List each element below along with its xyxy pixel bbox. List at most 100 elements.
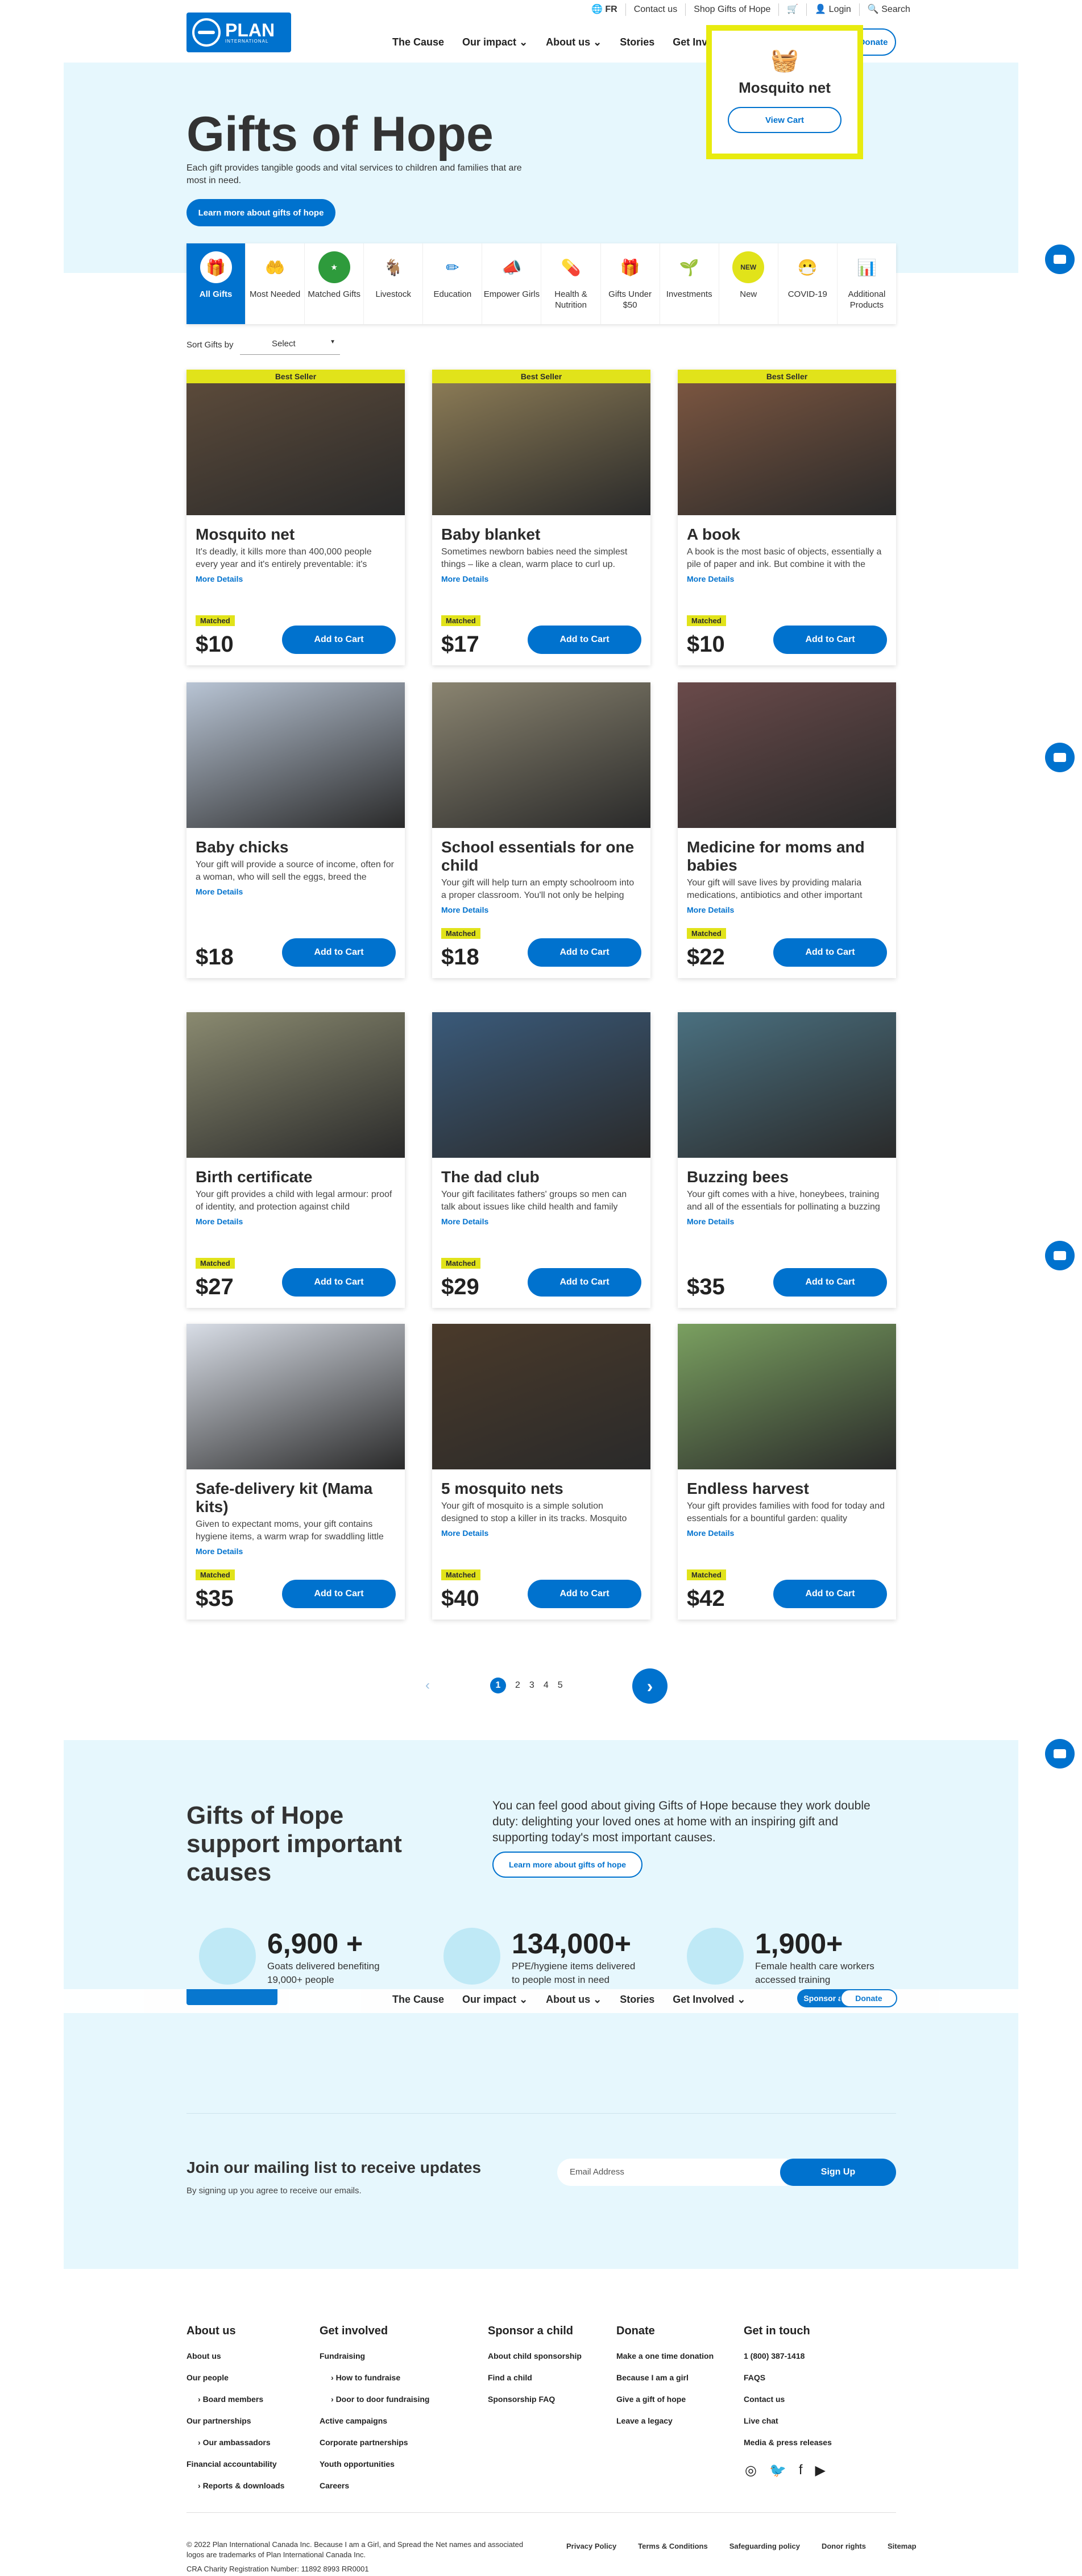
sticky-nav-the-cause[interactable]: The Cause (392, 1994, 444, 2006)
chat-button[interactable] (1045, 743, 1075, 772)
contact-link[interactable]: Contact us (625, 3, 685, 16)
next-page-button[interactable]: › (632, 1668, 668, 1704)
add-to-cart-button[interactable]: Add to Cart (282, 938, 396, 967)
gift-image[interactable] (432, 682, 650, 828)
gift-title[interactable]: Endless harvest (687, 1480, 887, 1498)
footer-link[interactable]: Youth opportunities (320, 2459, 429, 2469)
more-details-link[interactable]: More Details (441, 574, 641, 583)
more-details-link[interactable]: More Details (441, 905, 641, 914)
add-to-cart-button[interactable]: Add to Cart (773, 626, 887, 654)
gift-title[interactable]: School essentials for one child (441, 838, 641, 875)
login-link[interactable]: 👤 Login (806, 3, 859, 16)
legal-link[interactable]: Terms & Conditions (638, 2542, 708, 2550)
youtube-icon[interactable]: ▶ (815, 2462, 826, 2479)
instagram-icon[interactable]: ◎ (745, 2462, 757, 2479)
footer-link[interactable]: About child sponsorship (488, 2351, 582, 2360)
page-link[interactable]: 1 (490, 1678, 506, 1693)
prev-page-arrow[interactable]: ‹ (425, 1678, 430, 1693)
gift-title[interactable]: Safe-delivery kit (Mama kits) (196, 1480, 396, 1516)
chat-button[interactable] (1045, 245, 1075, 274)
tab-additional-products[interactable]: 📊 Additional Products (838, 243, 896, 324)
add-to-cart-button[interactable]: Add to Cart (282, 1268, 396, 1297)
legal-link[interactable]: Sitemap (888, 2542, 917, 2550)
gift-title[interactable]: 5 mosquito nets (441, 1480, 641, 1498)
footer-link[interactable]: Fundraising (320, 2351, 429, 2360)
sort-select[interactable]: Select ▼ (240, 334, 340, 355)
footer-link[interactable]: › Door to door fundraising (320, 2395, 429, 2404)
more-details-link[interactable]: More Details (196, 574, 396, 583)
sticky-nav-our-impact[interactable]: Our impact ⌄ (462, 1994, 528, 2006)
page-link[interactable]: 5 (558, 1680, 563, 1691)
gift-image[interactable] (678, 383, 896, 515)
gift-title[interactable]: The dad club (441, 1168, 641, 1186)
more-details-link[interactable]: More Details (687, 1217, 887, 1226)
legal-link[interactable]: Safeguarding policy (729, 2542, 800, 2550)
page-link[interactable]: 3 (529, 1680, 534, 1691)
more-details-link[interactable]: More Details (441, 1217, 641, 1226)
cart-icon[interactable]: 🛒 (778, 3, 806, 16)
plan-logo[interactable]: PLAN INTERNATIONAL (186, 13, 291, 52)
nav-our-impact[interactable]: Our impact ⌄ (462, 36, 528, 48)
footer-link[interactable]: Our people (186, 2373, 284, 2382)
chat-button[interactable] (1045, 1739, 1075, 1769)
language-link[interactable]: 🌐 FR (583, 3, 625, 16)
more-details-link[interactable]: More Details (196, 887, 396, 896)
sticky-nav-stories[interactable]: Stories (620, 1994, 654, 2006)
page-link[interactable]: 4 (544, 1680, 549, 1691)
gift-image[interactable] (432, 383, 650, 515)
footer-link[interactable]: FAQS (744, 2373, 832, 2382)
tab-all-gifts[interactable]: 🎁 All Gifts (186, 243, 246, 324)
footer-link[interactable]: Careers (320, 2481, 429, 2490)
view-cart-button[interactable]: View Cart (728, 107, 841, 133)
nav-stories[interactable]: Stories (620, 36, 654, 48)
gift-title[interactable]: Birth certificate (196, 1168, 396, 1186)
gift-image[interactable] (678, 1324, 896, 1469)
gift-image[interactable] (678, 682, 896, 828)
more-details-link[interactable]: More Details (687, 1529, 887, 1538)
tab-most-needed[interactable]: 🤲 Most Needed (246, 243, 305, 324)
footer-link[interactable]: Active campaigns (320, 2416, 429, 2425)
tab-livestock[interactable]: 🐐 Livestock (364, 243, 424, 324)
footer-link[interactable]: Our partnerships (186, 2416, 284, 2425)
footer-link[interactable]: Financial accountability (186, 2459, 284, 2469)
gift-image[interactable] (186, 682, 405, 828)
add-to-cart-button[interactable]: Add to Cart (773, 1268, 887, 1297)
tab-new[interactable]: NEW New (719, 243, 778, 324)
footer-link[interactable]: › Our ambassadors (186, 2438, 284, 2447)
footer-link[interactable]: Make a one time donation (616, 2351, 714, 2360)
footer-link[interactable]: › How to fundraise (320, 2373, 429, 2382)
sticky-nav-about-us[interactable]: About us ⌄ (546, 1994, 602, 2006)
tab-covid-19[interactable]: 😷 COVID-19 (778, 243, 838, 324)
facebook-icon[interactable]: f (799, 2462, 803, 2479)
shop-link[interactable]: Shop Gifts of Hope (685, 3, 778, 16)
legal-link[interactable]: Privacy Policy (566, 2542, 616, 2550)
gift-title[interactable]: Medicine for moms and babies (687, 838, 887, 875)
add-to-cart-button[interactable]: Add to Cart (773, 1580, 887, 1608)
more-details-link[interactable]: More Details (441, 1529, 641, 1538)
footer-link[interactable]: Contact us (744, 2395, 832, 2404)
add-to-cart-button[interactable]: Add to Cart (528, 626, 641, 654)
footer-link[interactable]: About us (186, 2351, 284, 2360)
more-details-link[interactable]: More Details (196, 1217, 396, 1226)
footer-link[interactable]: Find a child (488, 2373, 582, 2382)
add-to-cart-button[interactable]: Add to Cart (528, 1268, 641, 1297)
gift-title[interactable]: Baby chicks (196, 838, 396, 856)
page-link[interactable]: 2 (515, 1680, 520, 1691)
footer-link[interactable]: Give a gift of hope (616, 2395, 714, 2404)
more-details-link[interactable]: More Details (196, 1547, 396, 1556)
footer-link[interactable]: Media & press releases (744, 2438, 832, 2447)
gift-image[interactable] (186, 383, 405, 515)
twitter-icon[interactable]: 🐦 (769, 2462, 786, 2479)
footer-link[interactable]: Corporate partnerships (320, 2438, 429, 2447)
email-field[interactable]: Email Address (557, 2159, 787, 2186)
more-details-link[interactable]: More Details (687, 574, 887, 583)
gift-title[interactable]: Baby blanket (441, 525, 641, 544)
footer-link[interactable]: › Board members (186, 2395, 284, 2404)
sticky-logo[interactable] (186, 1989, 277, 2005)
tab-matched-gifts[interactable]: ★ Matched Gifts (305, 243, 364, 324)
support-learn-more-button[interactable]: Learn more about gifts of hope (492, 1852, 642, 1878)
footer-link[interactable]: Leave a legacy (616, 2416, 714, 2425)
sticky-donate-button[interactable]: Donate (840, 1989, 897, 2007)
gift-title[interactable]: Mosquito net (196, 525, 396, 544)
add-to-cart-button[interactable]: Add to Cart (282, 626, 396, 654)
